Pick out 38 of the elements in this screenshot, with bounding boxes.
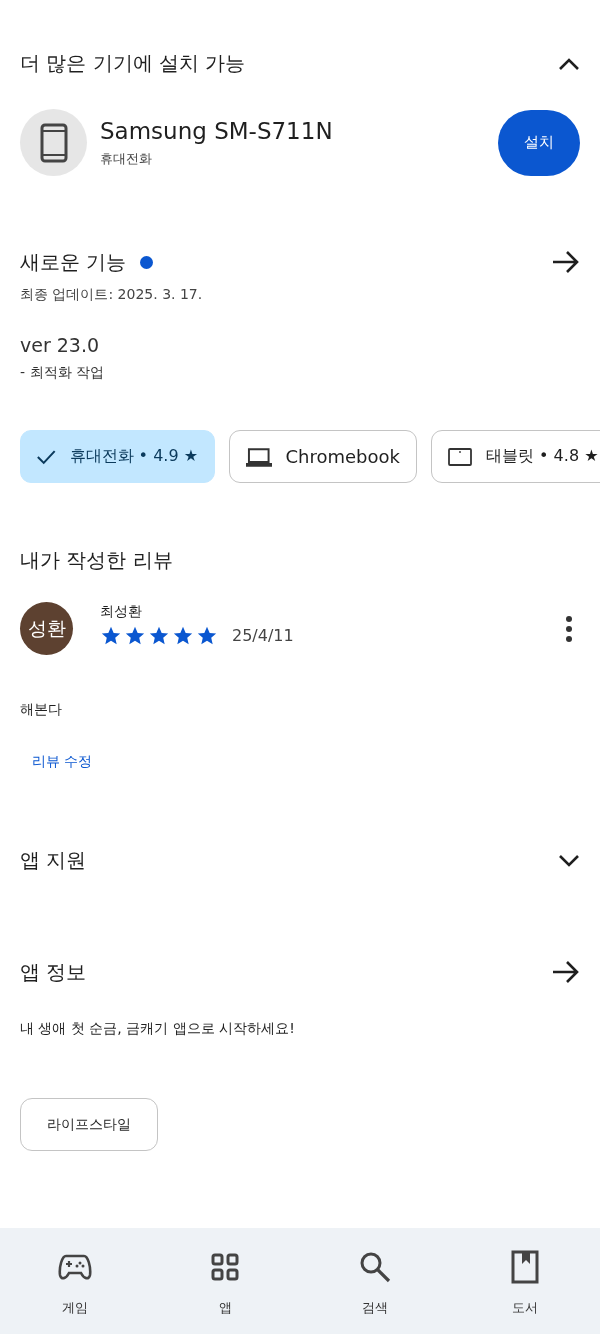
release-notes-text: - 최적화 작업 — [20, 364, 105, 382]
last-updated-text: 최종 업데이트: 2025. 3. 17. — [20, 286, 204, 304]
phone-icon — [38, 122, 69, 163]
device-filter-chip[interactable]: Chromebook — [229, 430, 417, 483]
version-text: ver 23.0 — [20, 334, 101, 356]
edit-review-link[interactable]: 리뷰 수정 — [20, 753, 93, 771]
reviewer-avatar: 성환 — [20, 602, 73, 655]
device-filter-chip[interactable]: 휴대전화 • 4.9 ★ — [20, 430, 215, 483]
install-button[interactable]: 설치 — [498, 109, 580, 176]
gamepad-icon — [58, 1253, 92, 1281]
laptop-icon — [246, 446, 272, 467]
device-filter-chip[interactable]: 태블릿 • 4.8 ★ — [431, 430, 600, 483]
arrow-right-icon — [552, 960, 580, 984]
review-text: 해본다 — [20, 701, 63, 719]
chevron-up-icon — [558, 56, 580, 71]
nav-tab[interactable]: 앱 — [150, 1248, 300, 1334]
app-description: 내 생애 첫 순금, 금캐기 앱으로 시작하세요! — [20, 1020, 296, 1038]
more-vert-icon — [566, 615, 572, 642]
grid-icon — [211, 1253, 239, 1281]
search-icon — [359, 1251, 391, 1283]
arrow-right-icon — [552, 250, 580, 274]
check-icon — [37, 448, 56, 465]
nav-tab[interactable]: 검색 — [300, 1248, 450, 1334]
section-title: 내가 작성한 리뷰 — [20, 548, 173, 572]
tablet-icon — [448, 447, 472, 466]
category-chip[interactable]: 라이프스타일 — [20, 1098, 158, 1151]
section-title: 앱 지원 — [20, 847, 87, 874]
bookmark-book-icon — [511, 1250, 539, 1284]
section-title: 더 많은 기기에 설치 가능 — [20, 50, 246, 77]
chevron-down-icon — [558, 853, 580, 868]
reviewer-name: 최성환 — [100, 602, 143, 621]
review-date: 25/4/11 — [232, 626, 294, 645]
device-type: 휴대전화 — [100, 149, 153, 168]
device-name: Samsung SM-S711N — [100, 117, 334, 144]
nav-tab[interactable]: 도서 — [450, 1248, 600, 1334]
section-title: 앱 정보 — [20, 958, 87, 986]
nav-tab[interactable]: 게임 — [0, 1248, 150, 1334]
section-title: 새로운 기능 — [20, 248, 127, 276]
